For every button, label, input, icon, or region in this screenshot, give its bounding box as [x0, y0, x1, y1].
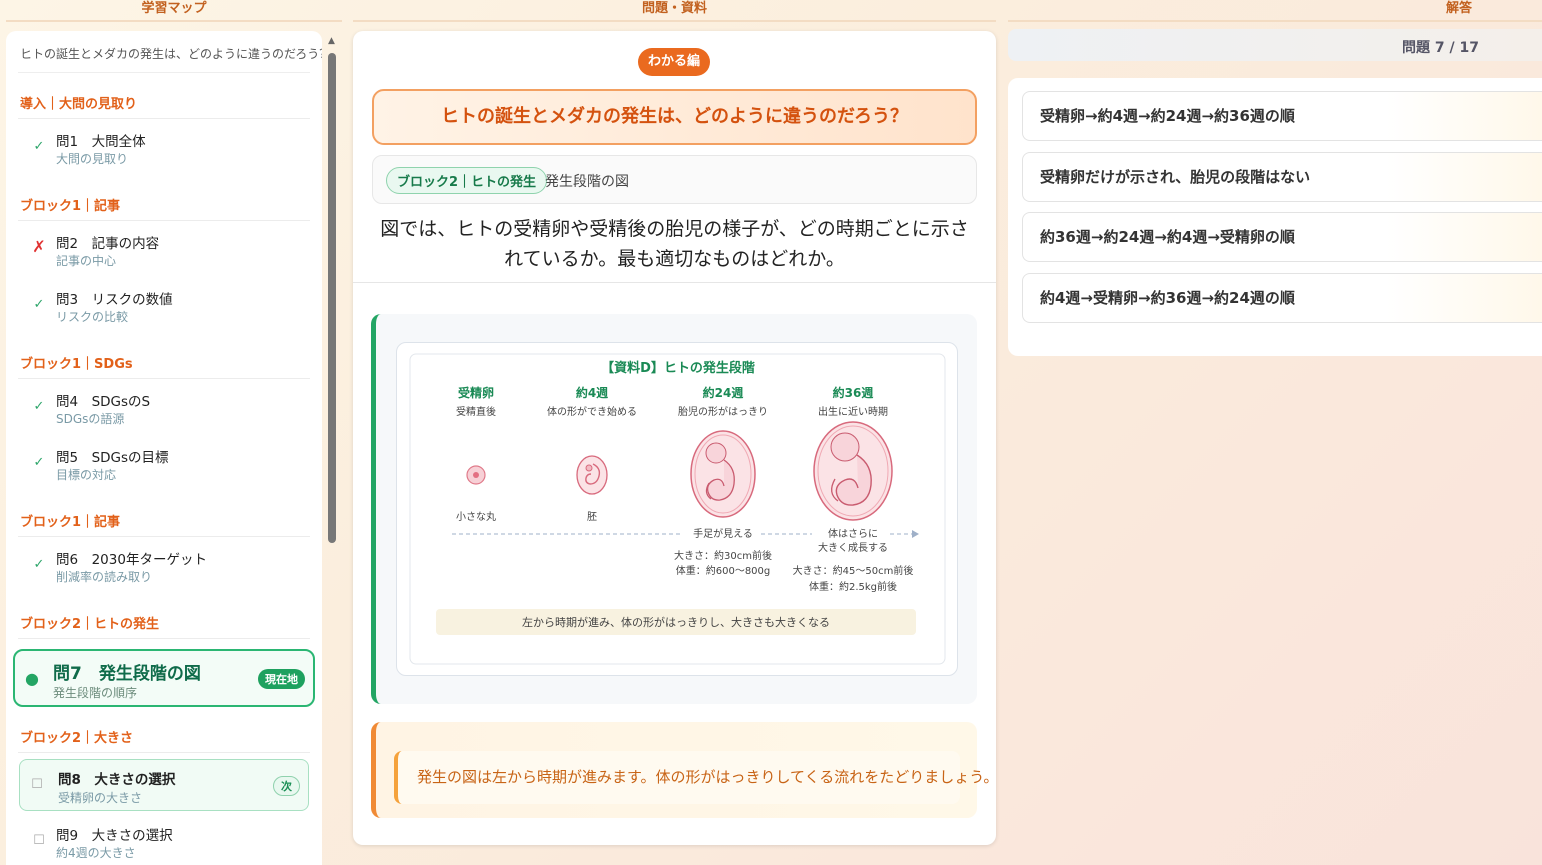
- map-item-subtitle: 発生段階の順序: [53, 686, 138, 700]
- stage-desc: 出生に近い時期: [818, 405, 888, 418]
- map-item-q5[interactable]: ✓ 問5 SDGsの目標 目標の対応: [18, 435, 310, 491]
- map-column-header: 学習マップ: [6, 0, 342, 22]
- embryo-4-weeks-illustration: [576, 455, 608, 495]
- weight-36w: 体重：約2.5kg前後: [809, 580, 897, 593]
- check-icon: ✓: [33, 297, 45, 312]
- map-item-title: 問4 SDGsのS: [56, 394, 151, 410]
- check-icon: ✓: [33, 455, 45, 470]
- stage-name: 約4週: [576, 385, 608, 400]
- problem-column-header: 問題・資料: [353, 0, 996, 22]
- checkbox-icon: ☐: [33, 833, 45, 848]
- answer-option-2[interactable]: 受精卵だけが示され、胎児の段階はない: [1022, 152, 1542, 202]
- map-item-title: 問7 発生段階の図: [53, 664, 201, 684]
- section-header: ブロック1｜記事: [18, 175, 310, 221]
- scroll-up-arrow-icon[interactable]: ▲: [328, 36, 335, 46]
- stage-name: 受精卵: [458, 385, 494, 400]
- map-question: ヒトの誕生とメダカの発生は、どのように違うのだろう？: [18, 31, 322, 73]
- stage-desc: 体の形ができ始める: [547, 405, 637, 418]
- check-icon: ✓: [33, 139, 45, 154]
- stage-desc: 胎児の形がはっきり: [678, 405, 768, 418]
- level-badge: わかる編: [638, 48, 710, 76]
- section-header: ブロック1｜記事: [18, 491, 310, 537]
- hint-card: 発生の図は左から時期が進みます。体の形がはっきりしてくる流れをたどりましょう。: [371, 722, 996, 818]
- answers-panel: 受精卵→約4週→約24週→約36週の順 受精卵だけが示され、胎児の段階はない 約…: [1008, 78, 1542, 356]
- figure-title: 【資料D】ヒトの発生段階: [601, 360, 755, 376]
- section-header: ブロック2｜大きさ: [18, 707, 310, 753]
- map-item-q9[interactable]: ☐ 問9 大きさの選択 約4週の大きさ: [18, 813, 310, 865]
- figure-caption: 左から時期が進み、体の形がはっきりし、大きさも大きくなる: [522, 615, 830, 629]
- hint-text: 発生の図は左から時期が進みます。体の形がはっきりしてくる流れをたどりましょう。: [394, 751, 996, 804]
- progress-indicator: 問題 7 / 17: [1008, 29, 1542, 61]
- cross-icon: ✗: [32, 237, 46, 256]
- stage-below-label: 体はさらに: [828, 528, 878, 540]
- map-item-subtitle: 削減率の読み取り: [56, 570, 153, 584]
- size-36w: 大きさ：約45～50cm前後: [793, 564, 914, 577]
- map-item-subtitle: SDGsの語源: [56, 412, 125, 426]
- question-text: 図では、ヒトの受精卵や受精後の胎児の様子が、どの時期ごとに示されているか。最も適…: [380, 218, 969, 270]
- block-info-row: ブロック2｜ヒトの発生 発生段階の図: [372, 155, 977, 204]
- map-item-title: 問1 大問全体: [56, 134, 146, 150]
- progress-text: 問題 7 / 17: [1402, 40, 1479, 56]
- stage-name: 約24週: [703, 385, 744, 400]
- map-item-title: 問2 記事の内容: [56, 236, 160, 252]
- learning-map-panel: ヒトの誕生とメダカの発生は、どのように違うのだろう？ 導入｜大問の見取り ✓ 問…: [6, 31, 322, 865]
- map-item-title: 問6 2030年ターゲット: [56, 552, 207, 568]
- weight-24w: 体重：約600～800g: [676, 564, 771, 577]
- current-dot-icon: ●: [25, 669, 39, 688]
- map-scrollbar-thumb[interactable]: [328, 53, 336, 543]
- answer-option-3[interactable]: 約36週→約24週→約4週→受精卵の順: [1022, 212, 1542, 262]
- check-icon: ✓: [33, 399, 45, 414]
- section-header: ブロック2｜ヒトの発生: [18, 593, 310, 639]
- map-item-q6[interactable]: ✓ 問6 2030年ターゲット 削減率の読み取り: [18, 537, 310, 593]
- stage-name: 約36週: [833, 385, 874, 400]
- stage-below-label-2: 大きく成長する: [818, 541, 888, 554]
- map-item-subtitle: 目標の対応: [56, 468, 117, 482]
- divider: [353, 282, 996, 283]
- map-item-title: 問3 リスクの数値: [56, 292, 173, 308]
- material-card: 【資料D】ヒトの発生段階 受精卵 受精直後 約4週 体の形ができ始める 約24週…: [371, 314, 977, 704]
- map-item-subtitle: リスクの比較: [56, 310, 129, 324]
- map-item-title: 問8 大きさの選択: [58, 772, 176, 788]
- block-tag: ブロック2｜ヒトの発生: [386, 167, 548, 194]
- problem-panel: わかる編 ヒトの誕生とメダカの発生は、どのように違うのだろう？ ブロック2｜ヒト…: [353, 31, 996, 845]
- map-item-q7-current[interactable]: ● 問7 発生段階の図 発生段階の順序 現在地: [13, 649, 315, 707]
- map-item-title: 問9 大きさの選択: [56, 828, 173, 844]
- stage-desc: 受精直後: [456, 405, 496, 418]
- map-item-subtitle: 大問の見取り: [56, 152, 129, 166]
- size-24w: 大きさ：約30cm前後: [674, 549, 772, 562]
- fetus-36-weeks-illustration: [813, 421, 893, 521]
- map-item-q1[interactable]: ✓ 問1 大問全体 大問の見取り: [18, 119, 310, 175]
- map-item-subtitle: 記事の中心: [56, 254, 117, 268]
- stage-below-label: 小さな丸: [456, 510, 496, 523]
- checkbox-icon: ☐: [31, 777, 43, 792]
- answer-option-4[interactable]: 約4週→受精卵→約36週→約24週の順: [1022, 273, 1542, 323]
- map-item-q8-next[interactable]: ☐ 問8 大きさの選択 受精卵の大きさ 次: [19, 759, 309, 811]
- map-item-q3[interactable]: ✓ 問3 リスクの数値 リスクの比較: [18, 277, 310, 333]
- figure-box: 【資料D】ヒトの発生段階 受精卵 受精直後 約4週 体の形ができ始める 約24週…: [396, 342, 958, 676]
- answer-option-1[interactable]: 受精卵→約4週→約24週→約36週の順: [1022, 91, 1542, 141]
- answer-column-header: 解答: [1008, 0, 1542, 22]
- stage-below-label: 手足が見える: [693, 527, 753, 540]
- section-header: ブロック1｜SDGs: [18, 333, 310, 379]
- check-icon: ✓: [33, 557, 45, 572]
- next-badge: 次: [273, 776, 300, 796]
- fertilized-egg-illustration: [466, 465, 486, 485]
- map-item-title: 問5 SDGsの目標: [56, 450, 169, 466]
- current-badge: 現在地: [258, 669, 305, 689]
- map-item-q2[interactable]: ✗ 問2 記事の内容 記事の中心: [18, 221, 310, 277]
- map-item-q4[interactable]: ✓ 問4 SDGsのS SDGsの語源: [18, 379, 310, 435]
- big-question-banner: ヒトの誕生とメダカの発生は、どのように違うのだろう？: [372, 89, 977, 145]
- map-item-subtitle: 受精卵の大きさ: [58, 791, 143, 805]
- block-title: 発生段階の図: [545, 174, 629, 190]
- stage-below-label: 胚: [587, 511, 597, 523]
- map-item-subtitle: 約4週の大きさ: [56, 846, 136, 860]
- fetus-24-weeks-illustration: [690, 430, 756, 518]
- section-header: 導入｜大問の見取り: [18, 73, 310, 119]
- development-stages-figure: 【資料D】ヒトの発生段階 受精卵 受精直後 約4週 体の形ができ始める 約24週…: [409, 353, 946, 665]
